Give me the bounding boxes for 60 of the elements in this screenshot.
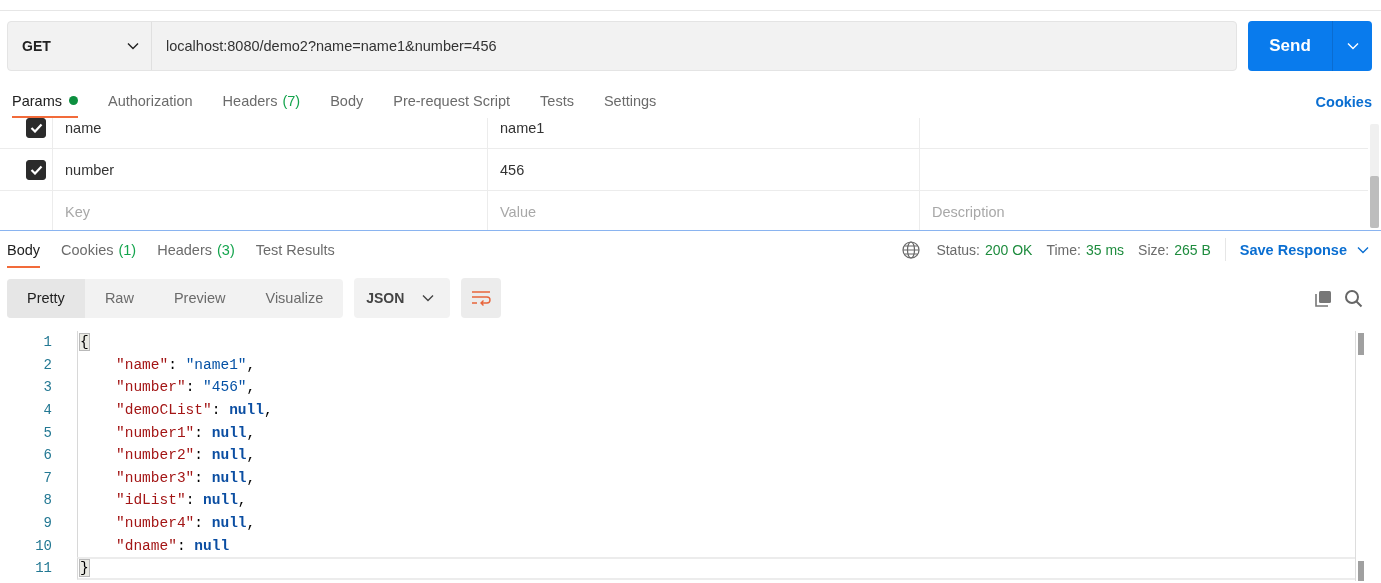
code-line: "number1": null, <box>77 421 1355 444</box>
code-line: { <box>77 331 1355 354</box>
response-tab[interactable]: Headers (3) <box>157 231 235 268</box>
response-meta: Status: 200 OK <box>936 240 1033 260</box>
checkmark-icon <box>29 122 43 133</box>
checkbox[interactable] <box>26 159 46 180</box>
chevron-down-icon <box>1346 42 1359 50</box>
param-key[interactable]: name <box>52 118 487 148</box>
view-mode-tab[interactable]: Visualize <box>245 278 344 318</box>
request-tab[interactable]: Headers (7) <box>222 85 301 118</box>
wrap-lines-icon <box>471 290 492 306</box>
line-number: 4 <box>42 402 52 419</box>
code-line: "name": "name1", <box>77 353 1355 377</box>
line-number: 6 <box>42 447 52 464</box>
line-number: 3 <box>42 379 52 396</box>
copy-icon[interactable] <box>1314 288 1333 308</box>
code-line: "number3": null, <box>77 466 1355 490</box>
code-line: "dname": null <box>77 534 1355 557</box>
line-number: 5 <box>42 424 52 441</box>
param-value[interactable]: name1 <box>487 118 919 148</box>
request-tab[interactable]: Authorization <box>107 85 193 118</box>
line-number: 9 <box>42 515 52 532</box>
view-mode-tab[interactable]: Pretty <box>7 278 85 318</box>
request-tab[interactable]: Tests <box>540 85 574 118</box>
format-dropdown[interactable]: JSON <box>354 278 451 318</box>
line-number: 11 <box>34 560 52 577</box>
request-tab[interactable]: Pre-request Script <box>393 85 511 118</box>
code-line: } <box>77 556 1355 580</box>
code-line: "number": "456", <box>77 376 1355 399</box>
cookies-link[interactable]: Cookies <box>1315 85 1372 118</box>
search-icon[interactable] <box>1344 288 1363 308</box>
code-line: "idList": null, <box>77 489 1355 512</box>
response-tab[interactable]: Body <box>7 231 41 268</box>
response-tab[interactable]: Test Results <box>255 231 335 268</box>
view-mode-tab[interactable]: Preview <box>153 278 246 318</box>
code-line: "number4": null, <box>77 511 1355 535</box>
param-value[interactable]: 456 <box>487 149 919 190</box>
request-tab[interactable]: Settings <box>603 85 657 118</box>
request-tab[interactable]: Body <box>330 85 364 118</box>
view-mode-tab[interactable]: Raw <box>84 278 154 318</box>
param-key[interactable]: number <box>52 149 487 190</box>
response-meta: Time: 35 ms <box>1046 240 1125 260</box>
line-number: 2 <box>42 356 52 373</box>
scrollbar[interactable] <box>1370 124 1379 228</box>
code-line: "number2": null, <box>77 443 1355 467</box>
response-meta: Size: 265 B <box>1138 240 1211 260</box>
line-number: 7 <box>42 469 52 486</box>
chevron-down-icon <box>1357 245 1369 254</box>
line-number: 8 <box>42 492 52 509</box>
globe-icon[interactable] <box>902 240 921 259</box>
line-number: 1 <box>42 334 52 351</box>
checkbox[interactable] <box>26 118 46 138</box>
save-response-dropdown[interactable]: Save Response <box>1224 238 1369 261</box>
response-tab[interactable]: Cookies (1) <box>61 231 137 268</box>
line-number: 10 <box>34 537 52 554</box>
checkmark-icon <box>29 164 43 175</box>
send-button[interactable]: Send <box>1248 21 1332 71</box>
chevron-down-icon <box>422 294 435 302</box>
wrap-button[interactable] <box>461 278 502 318</box>
code-line: "demoCList": null, <box>77 398 1355 422</box>
